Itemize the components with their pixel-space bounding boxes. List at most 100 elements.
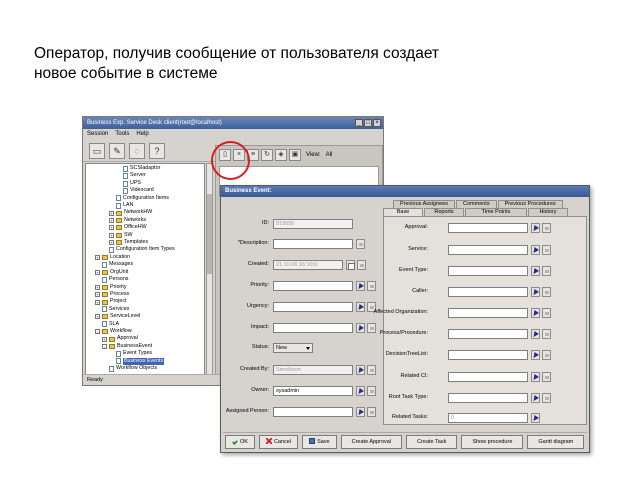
- chat-icon[interactable]: ◌: [129, 143, 145, 159]
- tree-item[interactable]: + OrgUnit: [86, 269, 204, 276]
- tree-scrollbar-thumb[interactable]: [207, 194, 212, 274]
- expand-icon[interactable]: +: [109, 232, 114, 238]
- form-field[interactable]: [448, 287, 528, 297]
- clear-icon[interactable]: [542, 350, 551, 360]
- maximize-button[interactable]: □: [364, 119, 372, 127]
- tree-item[interactable]: LAN: [86, 202, 204, 209]
- computer-icon[interactable]: ▭: [89, 143, 105, 159]
- clear-icon[interactable]: [357, 260, 366, 270]
- clear-icon[interactable]: [542, 223, 551, 233]
- menu-session[interactable]: Session: [87, 129, 108, 140]
- tree-item[interactable]: + OfficeHW: [86, 224, 204, 231]
- tab-previous-procedures[interactable]: Previous Procedures: [497, 200, 563, 208]
- select-pointer-icon[interactable]: [531, 350, 540, 360]
- expand-icon[interactable]: +: [95, 299, 100, 305]
- select-pointer-icon[interactable]: [531, 329, 540, 339]
- tab-base[interactable]: Base: [383, 208, 423, 216]
- form-field[interactable]: [448, 393, 528, 403]
- select-pointer-icon[interactable]: [356, 365, 365, 375]
- tree-item[interactable]: Configuration Items: [86, 195, 204, 202]
- show-procedure-button[interactable]: Show procedure: [461, 434, 524, 449]
- tab-time-points[interactable]: Time Points: [465, 208, 527, 216]
- tree-item[interactable]: Business Events: [86, 357, 204, 365]
- clear-icon[interactable]: [542, 287, 551, 297]
- select-pointer-icon[interactable]: [531, 223, 540, 233]
- tree-item[interactable]: + Priority: [86, 284, 204, 291]
- navigate-icon[interactable]: ◈: [275, 149, 287, 161]
- select-pointer-icon[interactable]: [356, 302, 365, 312]
- menu-help[interactable]: Help: [136, 129, 148, 140]
- status-select[interactable]: New: [273, 343, 313, 353]
- tree-item[interactable]: + Project: [86, 298, 204, 305]
- tree-item[interactable]: + Templates: [86, 239, 204, 246]
- clear-icon[interactable]: [367, 386, 376, 396]
- clear-icon[interactable]: [542, 393, 551, 403]
- expand-icon[interactable]: +: [95, 255, 100, 261]
- tree-item[interactable]: SLA: [86, 321, 204, 328]
- tree-item[interactable]: + SW: [86, 232, 204, 239]
- collapse-icon[interactable]: -: [95, 329, 100, 335]
- expand-icon[interactable]: +: [95, 284, 100, 290]
- tab-history[interactable]: History: [528, 208, 568, 216]
- clear-icon[interactable]: [367, 365, 376, 375]
- tree-item[interactable]: Server: [86, 172, 204, 180]
- select-pointer-icon[interactable]: [356, 323, 365, 333]
- select-pointer-icon[interactable]: [531, 308, 540, 318]
- form-field[interactable]: [448, 372, 528, 382]
- form-field[interactable]: [273, 407, 353, 417]
- select-pointer-icon[interactable]: [356, 386, 365, 396]
- tree-item[interactable]: + Process: [86, 291, 204, 298]
- minimize-button[interactable]: _: [355, 119, 363, 127]
- view-value[interactable]: All: [326, 152, 333, 158]
- tab-comments[interactable]: Comments: [456, 200, 497, 208]
- tree-item[interactable]: + Location: [86, 254, 204, 261]
- form-field[interactable]: 0: [448, 413, 528, 423]
- tree-item[interactable]: + ServiceLevel: [86, 313, 204, 320]
- tree-item[interactable]: Event Types: [86, 350, 204, 357]
- form-field[interactable]: [448, 350, 528, 360]
- ok-button[interactable]: OK: [225, 434, 255, 449]
- select-pointer-icon[interactable]: [531, 393, 540, 403]
- save-button[interactable]: Save: [302, 434, 337, 449]
- tree-item[interactable]: + Networks: [86, 217, 204, 224]
- tree-item[interactable]: UPS: [86, 180, 204, 187]
- select-pointer-icon[interactable]: [531, 287, 540, 297]
- expand-icon[interactable]: +: [109, 210, 114, 216]
- edit-icon[interactable]: [531, 413, 540, 423]
- tree-item[interactable]: - Workflow: [86, 328, 204, 335]
- refresh-icon[interactable]: ↻: [261, 149, 273, 161]
- expand-icon[interactable]: +: [109, 225, 114, 231]
- form-field[interactable]: [273, 302, 353, 312]
- help-icon[interactable]: ?: [149, 143, 165, 159]
- expand-icon[interactable]: +: [95, 292, 100, 298]
- clear-icon[interactable]: [542, 266, 551, 276]
- select-pointer-icon[interactable]: [531, 372, 540, 382]
- form-field[interactable]: sysadmin: [273, 386, 353, 396]
- clear-icon[interactable]: [542, 372, 551, 382]
- tree-item[interactable]: Videocard: [86, 187, 204, 194]
- tools-icon[interactable]: ✎: [109, 143, 125, 159]
- tree-item[interactable]: Configuration Item Types: [86, 246, 204, 254]
- clear-icon[interactable]: [367, 281, 376, 291]
- clear-icon[interactable]: [542, 329, 551, 339]
- tree-item[interactable]: Services: [86, 306, 204, 313]
- form-field[interactable]: [448, 245, 528, 255]
- tree-item[interactable]: + Approval: [86, 335, 204, 342]
- create-task-button[interactable]: Create Task: [406, 434, 458, 449]
- lock-icon[interactable]: ▣: [289, 149, 301, 161]
- tree-scrollbar[interactable]: [206, 163, 213, 375]
- expand-icon[interactable]: +: [95, 269, 100, 275]
- tree-item[interactable]: SCSIadaptor: [86, 165, 204, 172]
- select-pointer-icon[interactable]: [531, 266, 540, 276]
- select-pointer-icon[interactable]: [356, 281, 365, 291]
- expand-icon[interactable]: +: [102, 336, 107, 342]
- tab-previous-assignees[interactable]: Previous Assignees: [393, 200, 455, 208]
- calendar-icon[interactable]: [346, 260, 355, 270]
- form-field[interactable]: [273, 323, 353, 333]
- expand-icon[interactable]: +: [109, 240, 114, 246]
- create-approval-button[interactable]: Create Approval: [340, 434, 403, 449]
- form-field[interactable]: [448, 308, 528, 318]
- tree-item[interactable]: Messages: [86, 261, 204, 268]
- clear-icon[interactable]: [367, 407, 376, 417]
- select-pointer-icon[interactable]: [356, 407, 365, 417]
